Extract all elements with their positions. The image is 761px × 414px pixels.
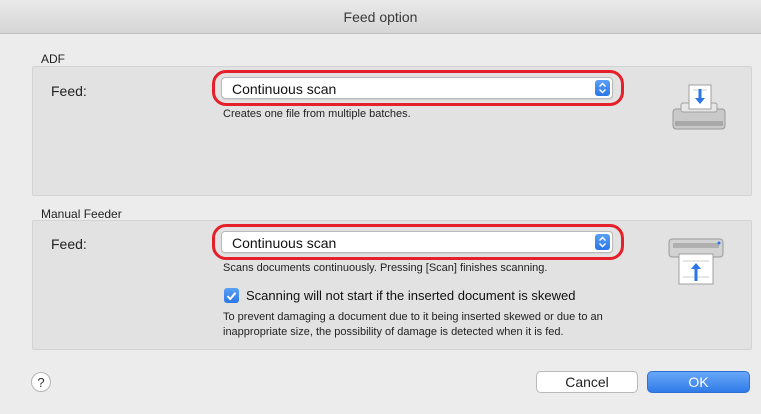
skew-note-line1: To prevent damaging a document due to it… (223, 311, 603, 323)
checkmark-icon (226, 291, 237, 301)
manual-feed-select-value: Continuous scan (232, 235, 337, 251)
adf-feed-select-value: Continuous scan (232, 81, 337, 97)
window-titlebar: Feed option (0, 0, 761, 34)
manual-feed-select[interactable]: Continuous scan (221, 231, 613, 253)
window-title: Feed option (343, 8, 418, 25)
chevron-updown-icon (595, 80, 610, 96)
skew-check-checkbox[interactable] (224, 288, 239, 303)
manual-feeder-scanner-icon (665, 237, 727, 292)
manual-panel: Feed: Continuous scan Scans documents co… (32, 220, 752, 350)
skew-check-label[interactable]: Scanning will not start if the inserted … (246, 288, 576, 303)
adf-feed-label: Feed: (51, 83, 87, 99)
manual-feed-description: Scans documents continuously. Pressing [… (223, 262, 548, 274)
help-button[interactable]: ? (31, 372, 51, 392)
adf-feed-select[interactable]: Continuous scan (221, 77, 613, 99)
adf-panel: Feed: Continuous scan Creates one file f… (32, 66, 752, 196)
manual-section-label: Manual Feeder (41, 207, 122, 221)
adf-feed-description: Creates one file from multiple batches. (223, 108, 411, 120)
chevron-updown-icon (595, 234, 610, 250)
cancel-button[interactable]: Cancel (536, 371, 638, 393)
ok-button[interactable]: OK (647, 371, 750, 393)
adf-scanner-icon (667, 83, 729, 138)
manual-feed-label: Feed: (51, 236, 87, 252)
skew-note-line2: inappropriate size, the possibility of d… (223, 326, 564, 338)
adf-section-label: ADF (41, 52, 65, 66)
